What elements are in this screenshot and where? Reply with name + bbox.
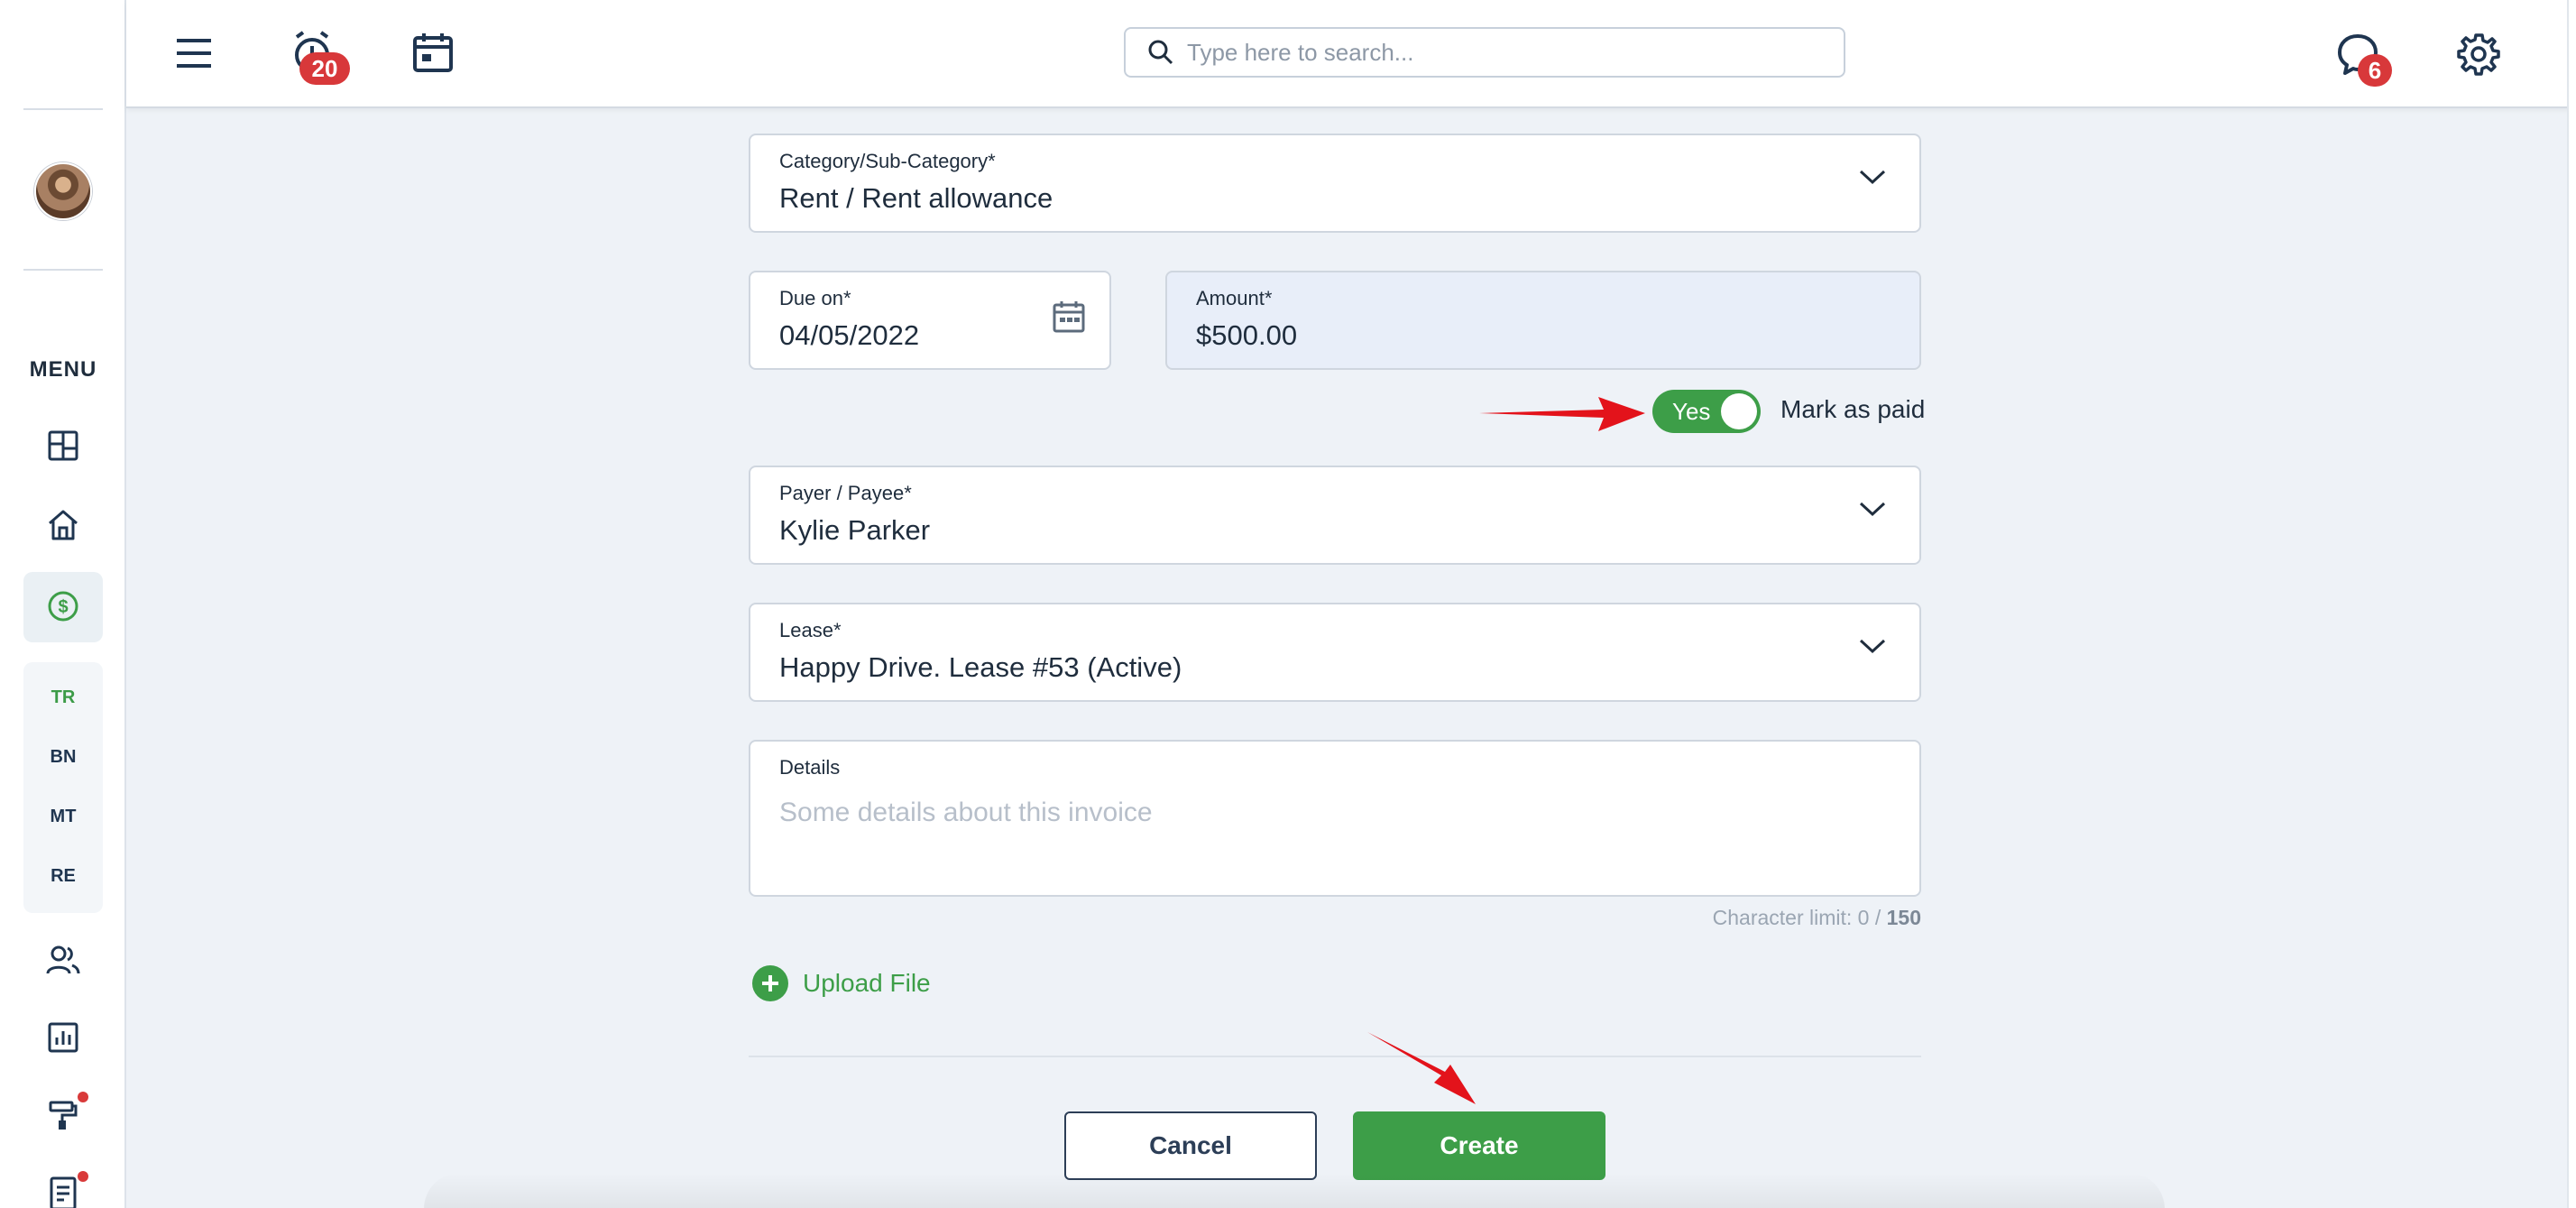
details-textarea[interactable]: Details Some details about this invoice [749,740,1921,897]
payer-value: Kylie Parker [779,514,931,546]
submenu-item-re[interactable]: RE [23,866,103,887]
accounting-dollar-icon[interactable]: $ [38,581,88,632]
chevron-down-icon [1858,637,1887,659]
avatar[interactable] [34,162,92,220]
search-box[interactable] [1124,27,1845,78]
details-label: Details [779,756,841,779]
search-input[interactable] [1187,38,1818,67]
sidebar-divider [23,269,103,271]
due-date-field[interactable]: Due on* 04/05/2022 [749,271,1111,370]
toggle-knob [1721,393,1757,429]
lease-label: Lease* [779,619,842,641]
mark-as-paid-label: Mark as paid [1780,395,1926,423]
create-button[interactable]: Create [1353,1111,1605,1180]
annotation-arrow-toggle [1479,397,1645,431]
char-limit-prefix: Character limit: 0 / [1712,906,1887,929]
reports-chart-icon[interactable] [38,1012,88,1063]
scrollbar-track[interactable] [2567,0,2576,1208]
top-header: 20 6 [126,0,2576,108]
annotation-arrow-create [1367,1032,1476,1104]
svg-text:$: $ [58,597,68,617]
plus-icon [752,965,788,1001]
upload-file-label: Upload File [803,969,931,997]
calendar-icon[interactable] [408,27,458,78]
alerts-badge: 20 [299,52,350,85]
toggle-yes-text: Yes [1672,398,1711,425]
sidebar: MENU $ TR BN MT RE [0,0,126,1208]
lease-select[interactable]: Lease* Happy Drive. Lease #53 (Active) [749,603,1921,702]
submenu-item-bn[interactable]: BN [23,747,103,768]
lease-value: Happy Drive. Lease #53 (Active) [779,651,1182,683]
cancel-button[interactable]: Cancel [1064,1111,1317,1180]
amount-field[interactable]: Amount* $500.00 [1165,271,1921,370]
submenu-item-mt[interactable]: MT [23,807,103,827]
settings-gear-icon[interactable] [2452,27,2506,81]
category-select[interactable]: Category/Sub-Category* Rent / Rent allow… [749,134,1921,233]
notification-dot [78,1171,88,1182]
amount-value: $500.00 [1196,319,1298,351]
mark-as-paid-toggle[interactable]: Yes [1652,390,1761,433]
form-divider [749,1056,1921,1057]
payer-label: Payer / Payee* [779,482,912,504]
chevron-down-icon [1858,500,1887,522]
amount-label: Amount* [1196,287,1273,309]
char-limit-max: 150 [1886,906,1921,929]
due-date-label: Due on* [779,287,851,309]
dashboard-icon[interactable] [38,420,88,471]
footer-shadow [424,1173,2165,1208]
messages-badge: 6 [2358,54,2392,87]
sidebar-divider [23,108,103,110]
details-placeholder: Some details about this invoice [779,798,1153,827]
upload-file-button[interactable]: Upload File [752,965,931,1001]
hamburger-menu-icon[interactable] [171,31,216,76]
category-label: Category/Sub-Category* [779,150,996,172]
chevron-down-icon [1858,168,1887,190]
due-date-value: 04/05/2022 [779,319,920,351]
payer-payee-select[interactable]: Payer / Payee* Kylie Parker [749,466,1921,565]
people-icon[interactable] [38,935,88,985]
category-value: Rent / Rent allowance [779,182,1053,214]
notification-dot [78,1092,88,1102]
menu-label: MENU [29,357,97,382]
search-icon [1147,39,1174,66]
character-limit: Character limit: 0 / 150 [1713,906,1921,930]
home-icon[interactable] [38,500,88,550]
submenu-item-tr[interactable]: TR [23,687,103,708]
calendar-picker-icon[interactable] [1052,300,1086,338]
